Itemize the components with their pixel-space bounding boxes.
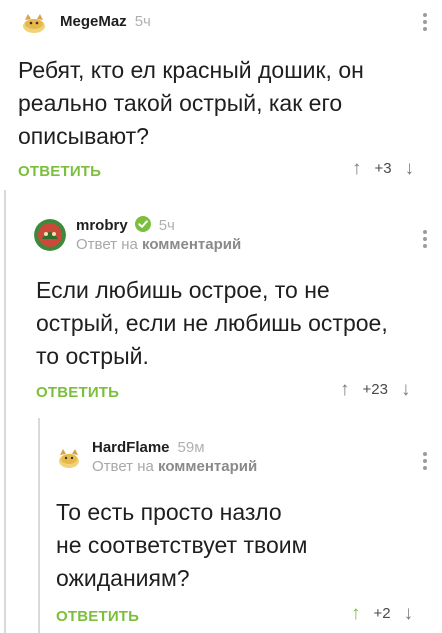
reply-button[interactable]: ОТВЕТИТЬ: [18, 163, 101, 180]
rating-control: ↑ +23 ↓: [340, 380, 410, 399]
comment-mrobry: mrobry 5ч Ответ на комментарий Если любиш…: [0, 190, 442, 418]
comment-text-line: описывают?: [18, 123, 149, 149]
reply-to-prefix: Ответ на: [92, 458, 154, 475]
comment-text-line: То есть просто назло: [56, 499, 282, 525]
more-options-icon[interactable]: [423, 230, 427, 251]
comment-megemaz: MegeMaz 5ч Ребят, кто ел красный дошик, о…: [0, 0, 442, 190]
rating-value: +23: [362, 381, 388, 398]
avatar-hardflame[interactable]: [54, 442, 84, 472]
arrow-up-icon[interactable]: ↑: [351, 604, 361, 623]
arrow-up-icon[interactable]: ↑: [352, 159, 362, 178]
reply-to-link[interactable]: комментарий: [158, 458, 257, 475]
rating-value: +3: [374, 160, 392, 177]
username[interactable]: HardFlame: [92, 439, 170, 456]
reply-to-prefix: Ответ на: [76, 236, 138, 253]
more-options-icon[interactable]: [423, 452, 427, 473]
reply-to-label: Ответ на комментарий: [92, 457, 257, 476]
comment-meta: HardFlame 59м Ответ на комментарий: [92, 438, 257, 476]
avatar-megemaz[interactable]: [18, 6, 50, 38]
comment-text-line: острый, если не любишь острое,: [36, 310, 388, 336]
comment-time: 59м: [177, 439, 205, 456]
username[interactable]: mrobry: [76, 217, 128, 234]
comment-time: 5ч: [134, 13, 151, 30]
comment-text-line: ожиданиям?: [56, 565, 190, 591]
arrow-down-icon[interactable]: ↓: [401, 380, 411, 399]
arrow-down-icon[interactable]: ↓: [404, 604, 414, 623]
avatar-mrobry[interactable]: [34, 219, 66, 251]
comment-text: Если любишь острое, то не острый, если н…: [36, 274, 388, 373]
comment-text-line: Если любишь острое, то не: [36, 277, 330, 303]
comment-time: 5ч: [158, 217, 175, 234]
username[interactable]: MegeMaz: [60, 13, 127, 30]
comment-header: MegeMaz 5ч: [18, 6, 151, 38]
reply-button[interactable]: ОТВЕТИТЬ: [56, 608, 139, 625]
arrow-up-icon[interactable]: ↑: [340, 380, 350, 399]
rating-control: ↑ +3 ↓: [352, 159, 414, 178]
verified-icon: [134, 216, 151, 232]
comment-meta: mrobry 5ч Ответ на комментарий: [76, 216, 241, 254]
comment-header: mrobry 5ч Ответ на комментарий: [34, 216, 241, 254]
rating-value: +2: [373, 605, 391, 622]
arrow-down-icon[interactable]: ↓: [405, 159, 415, 178]
comment-text: Ребят, кто ел красный дошик, он реально …: [18, 54, 364, 153]
reply-to-label: Ответ на комментарий: [76, 235, 241, 254]
comment-text-line: не соответствует твоим: [56, 532, 308, 558]
comment-text: То есть просто назло не соответствует тв…: [56, 496, 307, 595]
comment-text-line: Ребят, кто ел красный дошик, он: [18, 57, 364, 83]
reply-button[interactable]: ОТВЕТИТЬ: [36, 384, 119, 401]
comment-hardflame: HardFlame 59м Ответ на комментарий То ест…: [0, 418, 442, 633]
comment-text-line: реально такой острый, как его: [18, 90, 343, 116]
comment-text-line: то острый.: [36, 343, 149, 369]
rating-control: ↑ +2 ↓: [351, 604, 413, 623]
reply-to-link[interactable]: комментарий: [142, 236, 241, 253]
more-options-icon[interactable]: [423, 13, 427, 34]
comment-header: HardFlame 59м Ответ на комментарий: [54, 438, 257, 476]
